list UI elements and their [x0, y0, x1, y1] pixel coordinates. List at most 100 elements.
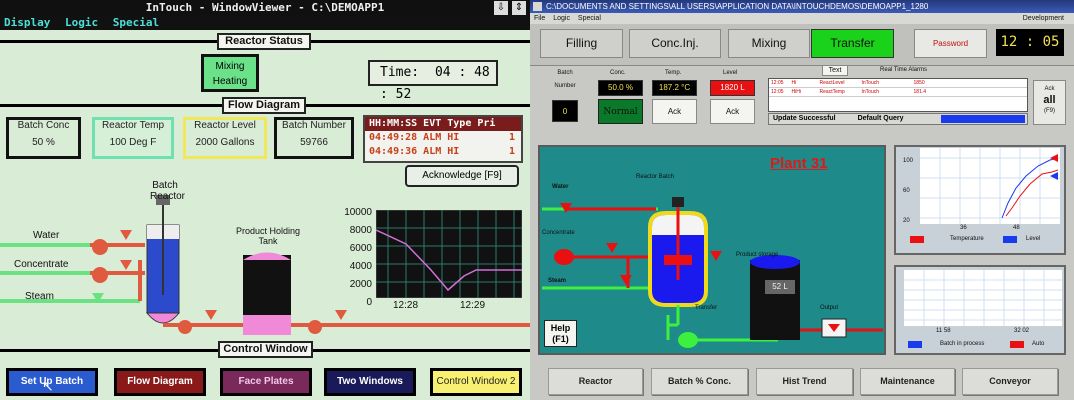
normal-indicator: Normal	[598, 99, 643, 124]
legend-auto: Auto	[1032, 341, 1045, 347]
steam-label: Steam	[548, 278, 567, 284]
reactor-temp-box: Reactor Temp 100 Deg F	[92, 117, 174, 159]
plant-drawing	[542, 197, 883, 348]
right-window: C:\DOCUMENTS AND SETTINGS\ALL USERS\APPL…	[530, 0, 1074, 400]
tab-conc-inj[interactable]: Conc.Inj.	[629, 29, 721, 58]
temp-value: 187.2 °C	[652, 80, 697, 96]
menu-special[interactable]: Special	[578, 15, 601, 22]
mixing-heating-status: Mixing Heating	[201, 54, 259, 92]
trend-x-label: 12:29	[460, 300, 486, 311]
alarm-row[interactable]: 04:49:28 ALM HI 1	[365, 131, 521, 145]
trend2-x-label: 32 02	[1014, 328, 1030, 334]
batch-number-value: 0	[552, 100, 578, 122]
alarm-row[interactable]: 04:49:36 ALM HI 1	[365, 145, 521, 159]
water-label: Water	[33, 230, 60, 241]
legend-batch-in-process: Batch in process	[940, 341, 985, 347]
batch-reactor-label: Batch Reactor	[150, 180, 186, 202]
trend-chart-1	[920, 148, 1060, 224]
pump-icon	[92, 267, 108, 283]
time-label: Time:	[380, 65, 420, 80]
temp-ack-button[interactable]: Ack	[652, 99, 697, 124]
storage-level-value: 52 L	[765, 280, 795, 294]
clock-display: 12 : 05	[996, 29, 1064, 56]
menu-logic[interactable]: Logic	[65, 16, 98, 29]
heating-label: Heating	[212, 76, 248, 87]
update-status: Update Successful	[773, 115, 836, 122]
pump-icon	[678, 332, 698, 348]
control-window-banner: Control Window	[218, 341, 313, 358]
tab-filling[interactable]: Filling	[540, 29, 623, 58]
alarm-header: HH:MM:SS EVT Type Pri	[365, 117, 521, 131]
level-label: Level	[723, 70, 738, 76]
legend-batch-swatch	[908, 341, 922, 348]
pump-icon	[178, 320, 192, 334]
trend-y-axis: 10000 8000 6000 4000 2000 0	[344, 207, 372, 308]
help-button[interactable]: Help (F1)	[544, 320, 577, 347]
menu-logic[interactable]: Logic	[553, 15, 570, 22]
transfer-label: Transfer	[695, 305, 718, 311]
tab-mixing[interactable]: Mixing	[728, 29, 810, 58]
trend-x-label: 12:28	[393, 300, 419, 311]
conc-label: Conc.	[610, 70, 626, 76]
alarm-row[interactable]: 12:05 HiHi ReactTemp InTouch 181.4	[769, 88, 1027, 97]
legend-level-swatch	[1003, 236, 1017, 243]
menu-special[interactable]: Special	[113, 16, 159, 29]
level-value: 1820 L	[710, 80, 755, 96]
pump-icon	[92, 239, 108, 255]
steam-label: Steam	[25, 291, 54, 302]
conc-value: 50.0 %	[598, 80, 643, 96]
concentrate-label: Concentrate	[542, 230, 575, 236]
progress-bar	[941, 115, 1025, 123]
maintenance-button[interactable]: Maintenance	[860, 368, 955, 395]
left-trend-chart	[376, 210, 522, 298]
trend2-x-label: 11 58	[936, 328, 951, 334]
real-time-alarms-label: Real Time Alarms	[880, 67, 928, 73]
tab-transfer[interactable]: Transfer	[811, 29, 894, 58]
face-plates-button[interactable]: Face Plates	[220, 368, 312, 396]
trend1-x-label: 36	[960, 225, 967, 231]
menu-display[interactable]: Display	[4, 16, 50, 29]
two-windows-button[interactable]: Two Windows	[324, 368, 416, 396]
batch-number-value: 59766	[300, 137, 328, 148]
legend-temperature-swatch	[910, 236, 924, 243]
left-window-title: InTouch - WindowViewer - C:\DEMOAPP1	[145, 1, 385, 14]
mixing-label: Mixing	[215, 61, 245, 72]
trend1-x-label: 48	[1013, 225, 1020, 231]
down-arrow-icon[interactable]: ⇩	[494, 1, 508, 15]
hist-trend-button[interactable]: Hist Trend	[756, 368, 853, 395]
conveyor-button[interactable]: Conveyor	[962, 368, 1058, 395]
level-ack-button[interactable]: Ack	[710, 99, 755, 124]
batch-conc-button[interactable]: Batch % Conc.	[651, 368, 748, 395]
output-label: Output	[820, 305, 839, 311]
text-button[interactable]: Text	[822, 65, 848, 76]
right-menu-bar: File Logic Special Development	[530, 13, 1074, 24]
development-label: Development	[1022, 15, 1064, 22]
reactor-level-box: Reactor Level 2000 Gallons	[183, 117, 267, 159]
batch-conc-box: Batch Conc 50 %	[6, 117, 81, 159]
restore-icon[interactable]: ⇕	[512, 1, 526, 15]
reactor-button[interactable]: Reactor	[548, 368, 643, 395]
cursor-icon: ↖	[42, 378, 54, 394]
ack-all-button[interactable]: Ack all (F9)	[1033, 80, 1066, 125]
time-display: Time: 04 : 48 : 52	[368, 60, 498, 102]
batch-number-label: Batch Number	[554, 70, 576, 89]
reactor-level-value: 2000 Gallons	[195, 137, 255, 148]
legend-temperature: Temperature	[950, 236, 984, 242]
legend-auto-swatch	[1010, 341, 1024, 348]
alarm-table[interactable]: 12:05 Hi ReactLevel InTouch 1850 12:05 HiHi Re…	[768, 78, 1028, 112]
product-storage-label: Product storage	[736, 252, 779, 258]
menu-file[interactable]: File	[534, 15, 545, 22]
reactor-temp-value: 100 Deg F	[109, 137, 157, 148]
password-button[interactable]: Password	[914, 29, 987, 58]
right-window-title: C:\DOCUMENTS AND SETTINGS\ALL USERS\APPL…	[546, 2, 929, 11]
reactor-batch-label: Reactor Batch	[636, 174, 675, 180]
default-query: Default Query	[857, 115, 904, 122]
alarm-summary: HH:MM:SS EVT Type Pri 04:49:28 ALM HI 1 0…	[363, 115, 523, 163]
pump-icon	[308, 320, 322, 334]
alarm-row[interactable]: 12:05 Hi ReactLevel InTouch 1850	[769, 79, 1027, 88]
flow-diagram-button[interactable]: Flow Diagram	[114, 368, 206, 396]
pump-icon	[554, 249, 574, 265]
control-window-2-button[interactable]: Control Window 2	[430, 368, 522, 396]
reactor-status-banner: Reactor Status	[217, 33, 311, 50]
left-menu-bar: Display Logic Special	[0, 16, 530, 30]
